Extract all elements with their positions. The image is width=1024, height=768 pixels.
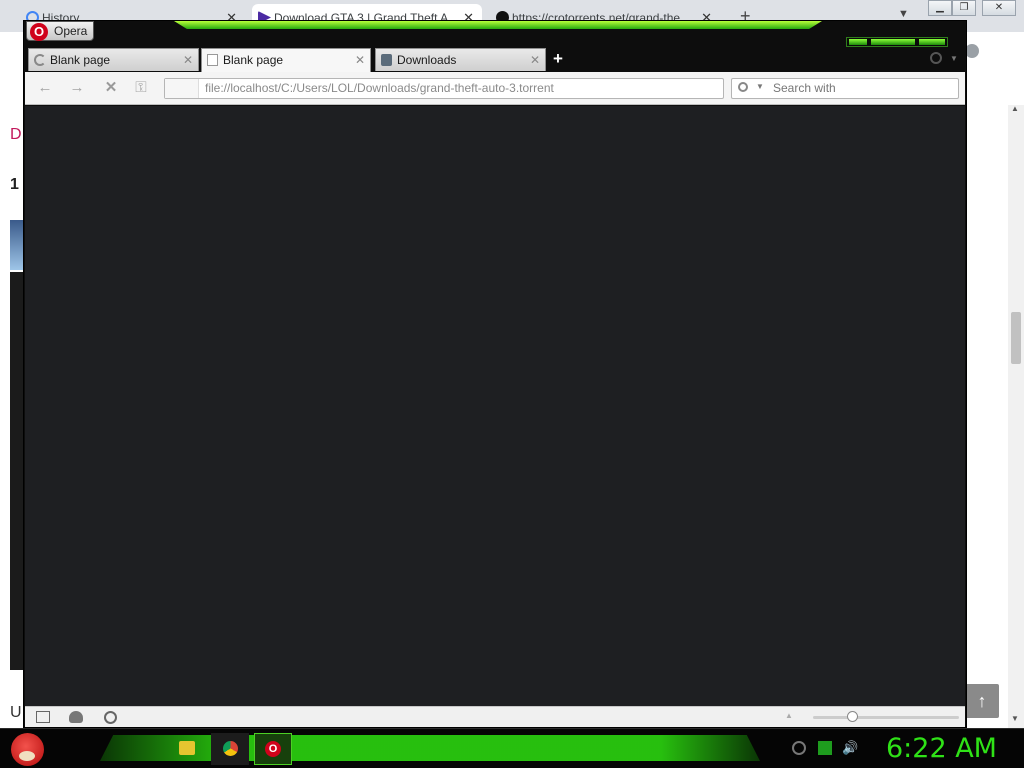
- page-scrollbar[interactable]: [1008, 105, 1024, 728]
- speed-dial-icon[interactable]: [104, 711, 117, 724]
- opera-taskbar-button[interactable]: O: [254, 733, 292, 765]
- chevron-up-icon[interactable]: ▲: [785, 711, 793, 720]
- new-tab-plus-icon[interactable]: +: [553, 49, 563, 69]
- search-placeholder: Search with: [773, 81, 836, 95]
- scrollbar-thumb[interactable]: [1011, 312, 1021, 364]
- opera-icon: O: [265, 741, 281, 757]
- address-text[interactable]: file://localhost/C:/Users/LOL/Downloads/…: [205, 81, 554, 95]
- chevron-down-icon[interactable]: ▼: [950, 54, 958, 63]
- background-page-text: D: [10, 126, 22, 143]
- stop-icon[interactable]: ✕: [101, 78, 121, 98]
- folder-icon: [179, 741, 195, 755]
- window-title-glow: [174, 21, 822, 29]
- search-field[interactable]: ▼ Search with: [731, 78, 959, 99]
- search-icon: [738, 82, 748, 92]
- tab-title: Blank page: [50, 53, 111, 67]
- close-tab-icon[interactable]: ✕: [183, 49, 193, 71]
- start-button[interactable]: [11, 733, 44, 766]
- site-badge[interactable]: [165, 79, 199, 98]
- forward-arrow-icon[interactable]: →: [67, 78, 87, 98]
- opera-logo-icon: O: [30, 23, 48, 41]
- background-page-text: U: [10, 704, 22, 721]
- close-tab-icon[interactable]: ✕: [355, 49, 365, 71]
- key-icon[interactable]: ⚿: [131, 78, 151, 98]
- panel-toggle-icon[interactable]: [36, 711, 50, 723]
- opera-browser-window: O Opera Blank page ✕ Blank page ✕ Downlo…: [23, 20, 967, 728]
- chevron-down-icon[interactable]: ▼: [756, 82, 764, 91]
- close-icon[interactable]: [919, 39, 945, 45]
- window-controls[interactable]: [846, 37, 948, 47]
- back-to-top-button[interactable]: ↑: [965, 684, 999, 718]
- maximize-icon[interactable]: [871, 39, 915, 45]
- minimize-icon[interactable]: [849, 39, 867, 45]
- chrome-taskbar-button[interactable]: [211, 733, 249, 765]
- background-page-image: [10, 220, 24, 270]
- zoom-slider-handle[interactable]: [847, 711, 858, 722]
- scroll-down-arrow-icon[interactable]: ▼: [1011, 714, 1019, 723]
- zoom-slider[interactable]: [813, 716, 959, 719]
- download-icon: [381, 54, 392, 66]
- chrome-icon: [223, 741, 238, 756]
- background-page-heading: 1: [10, 176, 19, 193]
- tab-title: Downloads: [397, 53, 457, 67]
- action-center-icon[interactable]: [792, 741, 806, 755]
- background-page-video: [10, 272, 24, 670]
- tab-menu-icon[interactable]: [930, 52, 942, 64]
- profile-avatar-icon[interactable]: [965, 44, 979, 58]
- taskbar: O 🔊 6:22 AM: [0, 728, 1024, 768]
- tab-blank-page-loading[interactable]: Blank page ✕: [28, 48, 199, 71]
- close-tab-icon[interactable]: ✕: [530, 49, 540, 71]
- maximize-button[interactable]: ❐: [952, 0, 976, 16]
- page-icon: [207, 54, 218, 66]
- opera-menu-label: Opera: [54, 24, 88, 38]
- tab-downloads[interactable]: Downloads ✕: [375, 48, 546, 71]
- loading-spinner-icon: [34, 54, 46, 66]
- page-content-area[interactable]: [25, 106, 965, 706]
- taskbar-clock[interactable]: 6:22 AM: [886, 733, 997, 764]
- opera-menu-button[interactable]: O Opera: [26, 21, 94, 41]
- volume-icon[interactable]: 🔊: [842, 741, 858, 755]
- chevron-down-icon[interactable]: ▼: [898, 8, 909, 20]
- network-icon[interactable]: [818, 741, 832, 755]
- minimize-button[interactable]: ▁: [928, 0, 952, 16]
- scroll-up-arrow-icon[interactable]: ▲: [1011, 104, 1019, 113]
- cloud-icon[interactable]: [69, 711, 83, 723]
- tab-title: Blank page: [223, 53, 284, 67]
- back-arrow-icon[interactable]: ←: [35, 78, 55, 98]
- explorer-taskbar-button[interactable]: [168, 733, 206, 765]
- status-bar: ▲: [25, 706, 965, 727]
- address-bar[interactable]: file://localhost/C:/Users/LOL/Downloads/…: [164, 78, 724, 99]
- close-window-button[interactable]: ✕: [982, 0, 1016, 16]
- tab-blank-page-active[interactable]: Blank page ✕: [201, 48, 371, 72]
- navigation-toolbar: ← → ✕ ⚿ file://localhost/C:/Users/LOL/Do…: [25, 72, 965, 105]
